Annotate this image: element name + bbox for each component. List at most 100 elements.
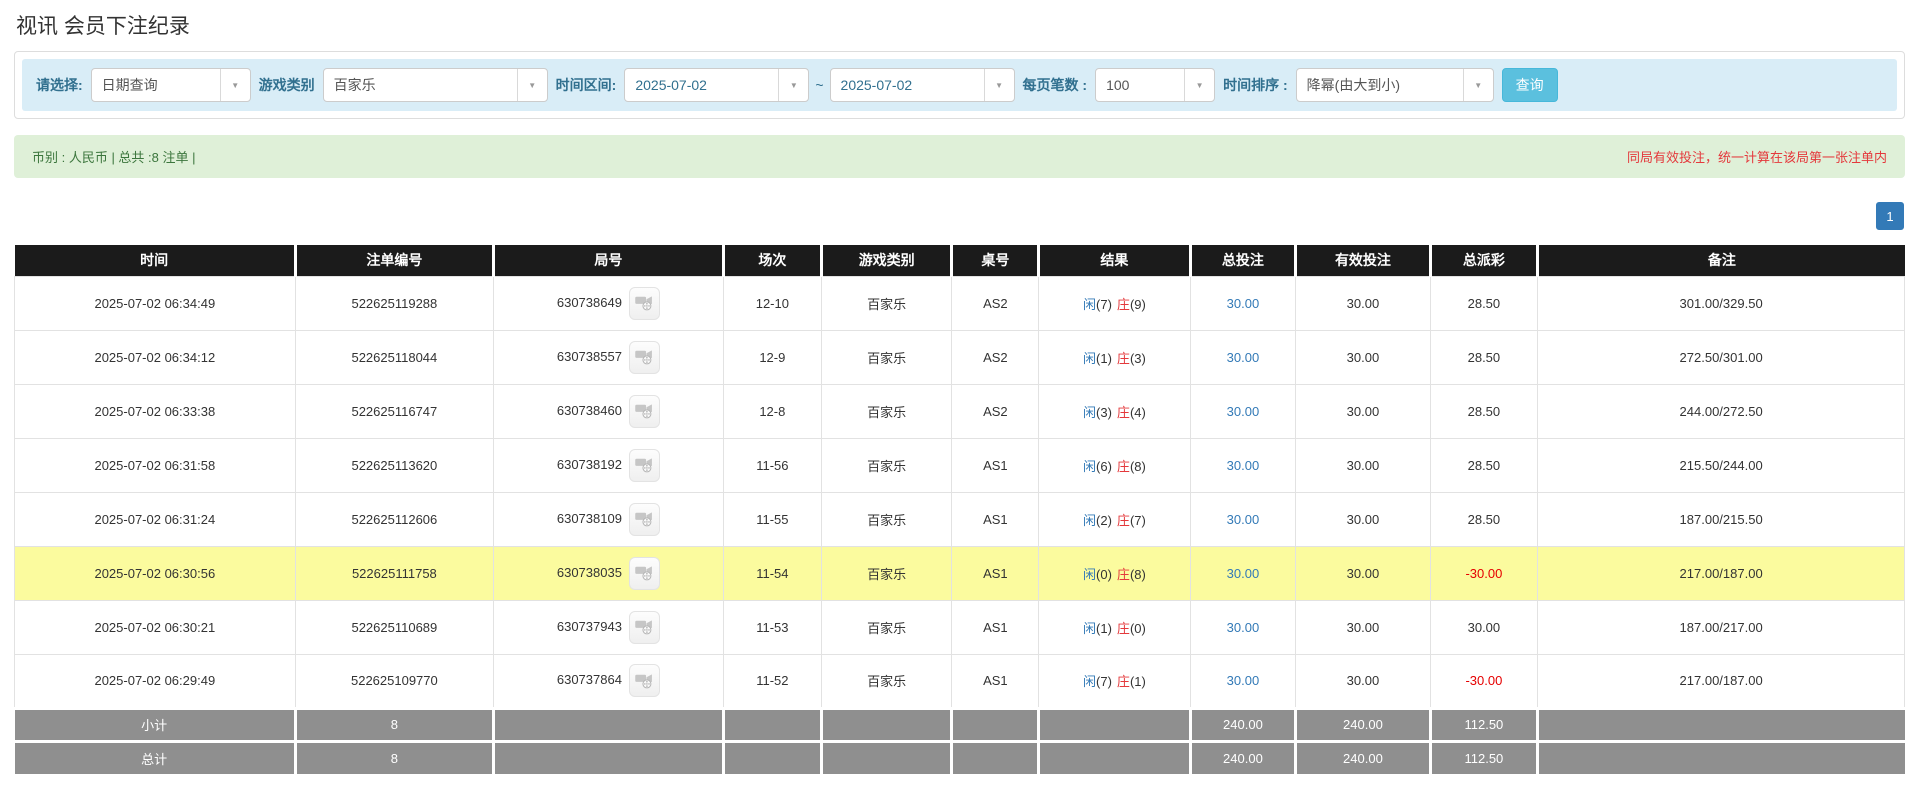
video-replay-button[interactable] bbox=[629, 611, 660, 644]
empty-cell bbox=[723, 708, 821, 741]
chevron-down-icon: ▼ bbox=[517, 69, 547, 101]
sort-select[interactable]: 降幂(由大到小) ▼ bbox=[1296, 68, 1494, 102]
col-header-remark: 备注 bbox=[1538, 245, 1905, 276]
banker-result-label: 庄 bbox=[1117, 459, 1130, 474]
remark-cell: 272.50/301.00 bbox=[1538, 330, 1905, 384]
player-result-label: 闲 bbox=[1083, 621, 1096, 636]
valid-bet-cell: 30.00 bbox=[1296, 600, 1430, 654]
player-result-score: (1) bbox=[1096, 621, 1112, 636]
search-button[interactable]: 查询 bbox=[1502, 68, 1558, 102]
video-replay-button[interactable] bbox=[629, 341, 660, 374]
total-bet-link[interactable]: 30.00 bbox=[1227, 296, 1260, 311]
player-result-score: (6) bbox=[1096, 459, 1112, 474]
player-result-label: 闲 bbox=[1083, 567, 1096, 582]
video-replay-button[interactable] bbox=[629, 449, 660, 482]
table-no-cell: AS1 bbox=[952, 654, 1039, 708]
time-cell: 2025-07-02 06:30:56 bbox=[15, 546, 296, 600]
total-bet-link[interactable]: 30.00 bbox=[1227, 512, 1260, 527]
time-cell: 2025-07-02 06:31:24 bbox=[15, 492, 296, 546]
total-bet-cell: 30.00 bbox=[1190, 492, 1296, 546]
page-size-select[interactable]: 100 ▼ bbox=[1095, 68, 1215, 102]
banker-result-score: (4) bbox=[1130, 405, 1146, 420]
total-bet-link[interactable]: 30.00 bbox=[1227, 566, 1260, 581]
remark-cell: 217.00/187.00 bbox=[1538, 654, 1905, 708]
table-row: 2025-07-02 06:33:38 522625116747 6307384… bbox=[15, 384, 1905, 438]
payout-cell: 28.50 bbox=[1430, 438, 1538, 492]
col-header-time: 时间 bbox=[15, 245, 296, 276]
banker-result-label: 庄 bbox=[1117, 513, 1130, 528]
result-cell: 闲(6)庄(8) bbox=[1039, 438, 1190, 492]
session-cell: 11-56 bbox=[723, 438, 821, 492]
game-type-select[interactable]: 百家乐 ▼ bbox=[323, 68, 548, 102]
page-1-button[interactable]: 1 bbox=[1876, 202, 1904, 230]
session-cell: 11-53 bbox=[723, 600, 821, 654]
banker-result-score: (0) bbox=[1130, 621, 1146, 636]
table-no-cell: AS2 bbox=[952, 330, 1039, 384]
round-id: 630738109 bbox=[557, 510, 622, 525]
game-type-cell: 百家乐 bbox=[821, 330, 951, 384]
bet-id-cell: 522625119288 bbox=[295, 276, 493, 330]
date-range-tilde: ~ bbox=[815, 77, 823, 93]
round-id: 630737864 bbox=[557, 672, 622, 687]
table-no-cell: AS2 bbox=[952, 276, 1039, 330]
time-cell: 2025-07-02 06:33:38 bbox=[15, 384, 296, 438]
round-id: 630738557 bbox=[557, 348, 622, 363]
session-cell: 12-9 bbox=[723, 330, 821, 384]
table-row: 2025-07-02 06:30:21 522625110689 6307379… bbox=[15, 600, 1905, 654]
total-bet-link[interactable]: 30.00 bbox=[1227, 404, 1260, 419]
bet-id-cell: 522625111758 bbox=[295, 546, 493, 600]
round-id: 630738192 bbox=[557, 456, 622, 471]
game-type-cell: 百家乐 bbox=[821, 492, 951, 546]
video-replay-button[interactable] bbox=[629, 664, 660, 697]
round-id: 630737943 bbox=[557, 618, 622, 633]
total-bet-link[interactable]: 30.00 bbox=[1227, 458, 1260, 473]
bet-id-cell: 522625110689 bbox=[295, 600, 493, 654]
date-to-select[interactable]: 2025-07-02 ▼ bbox=[830, 68, 1015, 102]
total-bet-link[interactable]: 30.00 bbox=[1227, 620, 1260, 635]
grand-total-total-bet: 240.00 bbox=[1190, 741, 1296, 774]
bet-id-cell: 522625118044 bbox=[295, 330, 493, 384]
round-id: 630738035 bbox=[557, 564, 622, 579]
chevron-down-icon: ▼ bbox=[984, 69, 1014, 101]
video-camera-icon bbox=[634, 455, 654, 475]
subtotal-count: 8 bbox=[295, 708, 493, 741]
query-type-value: 日期查询 bbox=[92, 75, 220, 95]
video-replay-button[interactable] bbox=[629, 503, 660, 536]
game-type-cell: 百家乐 bbox=[821, 600, 951, 654]
query-type-select[interactable]: 日期查询 ▼ bbox=[91, 68, 251, 102]
round-cell: 630738649 bbox=[494, 276, 724, 330]
round-cell: 630738109 bbox=[494, 492, 724, 546]
col-header-game-type: 游戏类别 bbox=[821, 245, 951, 276]
table-no-cell: AS1 bbox=[952, 492, 1039, 546]
time-range-label: 时间区间: bbox=[556, 75, 617, 95]
subtotal-row: 小计 8 240.00 240.00 112.50 bbox=[15, 708, 1905, 741]
video-replay-button[interactable] bbox=[629, 557, 660, 590]
grand-total-count: 8 bbox=[295, 741, 493, 774]
date-from-select[interactable]: 2025-07-02 ▼ bbox=[624, 68, 809, 102]
player-result-score: (1) bbox=[1096, 351, 1112, 366]
total-bet-link[interactable]: 30.00 bbox=[1227, 350, 1260, 365]
table-no-cell: AS1 bbox=[952, 600, 1039, 654]
bet-records-table: 时间 注单编号 局号 场次 游戏类别 桌号 结果 总投注 有效投注 总派彩 备注… bbox=[14, 245, 1905, 774]
total-bet-link[interactable]: 30.00 bbox=[1227, 673, 1260, 688]
video-replay-button[interactable] bbox=[629, 395, 660, 428]
video-replay-button[interactable] bbox=[629, 287, 660, 320]
col-header-session: 场次 bbox=[723, 245, 821, 276]
payout-cell: 30.00 bbox=[1430, 600, 1538, 654]
chevron-down-icon: ▼ bbox=[1184, 69, 1214, 101]
result-cell: 闲(1)庄(3) bbox=[1039, 330, 1190, 384]
player-result-label: 闲 bbox=[1083, 405, 1096, 420]
session-cell: 11-52 bbox=[723, 654, 821, 708]
video-camera-icon bbox=[634, 509, 654, 529]
player-result-label: 闲 bbox=[1083, 351, 1096, 366]
result-cell: 闲(1)庄(0) bbox=[1039, 600, 1190, 654]
round-cell: 630737943 bbox=[494, 600, 724, 654]
table-row: 2025-07-02 06:34:12 522625118044 6307385… bbox=[15, 330, 1905, 384]
subtotal-total-bet: 240.00 bbox=[1190, 708, 1296, 741]
total-bet-cell: 30.00 bbox=[1190, 654, 1296, 708]
total-bet-cell: 30.00 bbox=[1190, 384, 1296, 438]
payout-cell: 28.50 bbox=[1430, 384, 1538, 438]
payout-cell: 28.50 bbox=[1430, 330, 1538, 384]
subtotal-label: 小计 bbox=[15, 708, 296, 741]
col-header-total-bet: 总投注 bbox=[1190, 245, 1296, 276]
